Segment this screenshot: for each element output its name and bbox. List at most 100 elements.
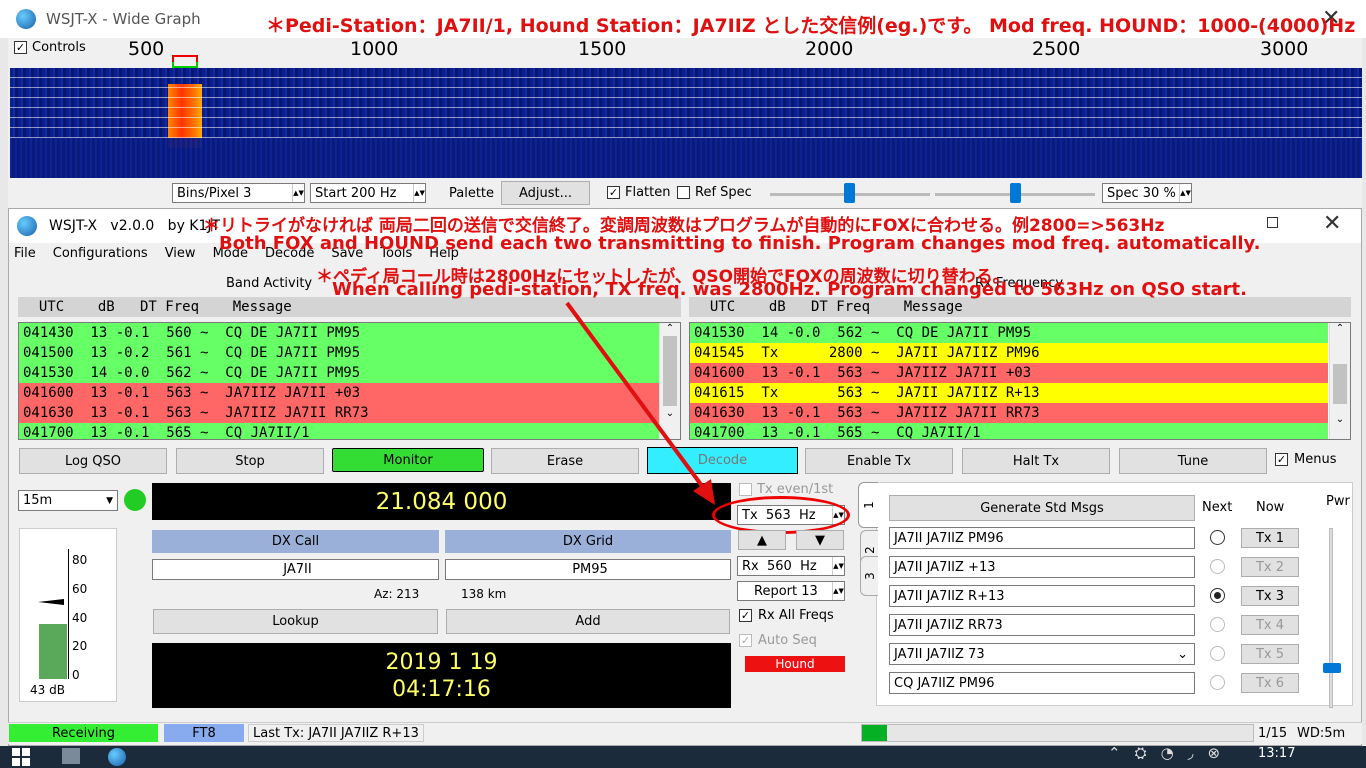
tx5-message-field[interactable]: JA7II JA7IIZ 73 ⌄ — [889, 643, 1195, 665]
slider-handle-2[interactable] — [1010, 183, 1021, 203]
auto-seq-checkbox[interactable]: ✓ Auto Seq — [739, 633, 817, 648]
progress-text: 1/15 — [1258, 726, 1288, 741]
tx4-next-radio[interactable] — [1210, 617, 1225, 632]
tune-button[interactable]: Tune — [1119, 448, 1267, 474]
tx-even-checkbox[interactable]: Tx even/1st — [739, 482, 833, 497]
tx-freq-highlight-ellipse — [712, 496, 850, 534]
freq-scale: 500 1000 1500 2000 2500 3000 — [10, 38, 1362, 68]
wsjt-logo-icon — [17, 216, 37, 236]
dx-grid-input[interactable]: PM95 — [445, 559, 731, 580]
tx3-message-field[interactable]: JA7II JA7IIZ R+13 — [889, 585, 1195, 607]
date-text: 2019 1 19 — [385, 649, 498, 675]
start-spinbox[interactable]: Start 200 Hz ▲▼ — [310, 183, 426, 203]
mode-status: FT8 — [164, 724, 244, 742]
scrollbar[interactable]: ⌃ ⌄ — [1329, 323, 1350, 439]
generate-std-msgs-button[interactable]: Generate Std Msgs — [889, 495, 1195, 521]
enable-tx-button[interactable]: Enable Tx — [805, 448, 953, 474]
tx2-now-button[interactable]: Tx 2 — [1241, 557, 1299, 577]
waterfall[interactable] — [10, 68, 1362, 178]
rx-row[interactable]: 041530 14 -0.0 562 ~ CQ DE JA7II PM95 — [690, 323, 1328, 343]
band-select[interactable]: 15m ▼ — [18, 490, 118, 511]
tx4-message-text: JA7II JA7IIZ RR73 — [894, 617, 1003, 633]
tr-progress-fill — [862, 725, 887, 741]
rx-freq-spinbox[interactable]: Rx 560 Hz ▲▼ — [737, 556, 845, 576]
freq-label-1000: 1000 — [350, 38, 399, 60]
next-label: Next — [1202, 500, 1233, 515]
now-label: Now — [1256, 500, 1285, 515]
scroll-down-icon[interactable]: ⌄ — [1330, 414, 1350, 425]
tx3-next-radio-selected[interactable] — [1210, 588, 1225, 603]
windows-start-icon[interactable] — [12, 748, 30, 766]
tx1-now-button[interactable]: Tx 1 — [1241, 528, 1299, 548]
tx4-message-field[interactable]: JA7II JA7IIZ RR73 — [889, 614, 1195, 636]
flatten-check-icon: ✓ — [607, 186, 620, 199]
taskbar-app-icon[interactable] — [62, 748, 80, 764]
tx1-message-field[interactable]: JA7II JA7IIZ PM96 — [889, 527, 1195, 549]
pwr-label: Pwr — [1326, 494, 1350, 509]
meter-db-value: 43 dB — [30, 683, 65, 697]
pwr-slider-track[interactable] — [1329, 528, 1333, 708]
spec-spinbox[interactable]: Spec 30 % ▲▼ — [1102, 183, 1192, 203]
hound-badge: Hound — [745, 656, 845, 672]
rx-row[interactable]: 041615 Tx 563 ~ JA7II JA7IIZ R+13 — [690, 383, 1328, 403]
log-qso-button[interactable]: Log QSO — [19, 448, 167, 474]
freq-label-500: 500 — [128, 38, 165, 60]
tx6-message-field[interactable]: CQ JA7IIZ PM96 — [889, 672, 1195, 694]
tx2-next-radio[interactable] — [1210, 559, 1225, 574]
stop-button[interactable]: Stop — [176, 448, 324, 474]
tx6-now-button[interactable]: Tx 6 — [1241, 673, 1299, 693]
rx-frequency-table[interactable]: 041530 14 -0.0 562 ~ CQ DE JA7II PM95 041… — [689, 322, 1351, 440]
tab-3[interactable]: 3 — [860, 556, 878, 596]
last-tx-status: Last Tx: JA7II JA7IIZ R+13 — [248, 724, 424, 742]
add-button[interactable]: Add — [446, 609, 730, 634]
spin-arrows-icon: ▲▼ — [832, 557, 844, 575]
rx-to-tx-button[interactable]: ▼ — [796, 530, 844, 550]
close-icon[interactable]: ✕ — [1323, 211, 1341, 236]
taskbar-wsjt-icon[interactable] — [108, 748, 126, 766]
meter-tick-80: 80 — [72, 553, 88, 567]
ref-spec-checkbox[interactable]: Ref Spec — [677, 185, 752, 200]
dx-call-input[interactable]: JA7II — [152, 559, 439, 580]
radio-dot-icon — [1214, 592, 1221, 599]
menu-configurations[interactable]: Configurations — [53, 246, 148, 261]
flatten-checkbox[interactable]: ✓ Flatten — [607, 185, 671, 200]
report-spinbox[interactable]: Report 13 ▲▼ — [737, 581, 845, 601]
pwr-slider-handle[interactable] — [1323, 663, 1341, 673]
menu-file[interactable]: File — [14, 246, 36, 261]
watchdog-text: WD:5m — [1297, 726, 1346, 741]
annotation-arrow — [565, 301, 715, 505]
menu-view[interactable]: View — [165, 246, 196, 261]
slider-handle-1[interactable] — [844, 183, 855, 203]
bins-pixel-spinbox[interactable]: Bins/Pixel 3 ▲▼ — [172, 183, 305, 203]
annotation-en1: Both FOX and HOUND send each two transmi… — [219, 233, 1261, 254]
tx-to-rx-button[interactable]: ▲ — [738, 530, 786, 550]
tx5-next-radio[interactable] — [1210, 646, 1225, 661]
tab-1[interactable]: 1 — [858, 482, 878, 528]
halt-tx-button[interactable]: Halt Tx — [962, 448, 1110, 474]
annotation-top: ＊Pedi-Station：JA7II/1, Hound Station：JA7… — [266, 15, 1356, 37]
spin-arrows-icon: ▲▼ — [1179, 184, 1191, 202]
tx1-next-radio[interactable] — [1210, 530, 1225, 545]
tx6-next-radio[interactable] — [1210, 675, 1225, 690]
menus-checkbox[interactable]: ✓ Menus — [1275, 452, 1336, 467]
rx-row[interactable]: 041600 13 -0.1 563 ~ JA7IIZ JA7II +03 — [690, 363, 1328, 383]
rx-row[interactable]: 041545 Tx 2800 ~ JA7II JA7IIZ PM96 — [690, 343, 1328, 363]
adjust-button[interactable]: Adjust... — [501, 181, 590, 205]
tx4-now-button[interactable]: Tx 4 — [1241, 615, 1299, 635]
palette-label: Palette — [449, 186, 495, 201]
rx-frequency-header: UTC dB DT Freq Message — [689, 297, 1351, 317]
tx5-now-button[interactable]: Tx 5 — [1241, 644, 1299, 664]
rx-all-freqs-checkbox[interactable]: ✓ Rx All Freqs — [739, 608, 834, 623]
tx3-now-button[interactable]: Tx 3 — [1241, 586, 1299, 606]
rx-row[interactable]: 041630 13 -0.1 563 ~ JA7IIZ JA7II RR73 — [690, 403, 1328, 423]
rx-row[interactable]: 041700 13 -0.1 565 ~ CQ JA7II/1 — [690, 423, 1328, 439]
scroll-thumb[interactable] — [1333, 364, 1347, 404]
tx2-message-field[interactable]: JA7II JA7IIZ +13 — [889, 556, 1195, 578]
maximize-icon[interactable] — [1267, 217, 1278, 228]
meter-tick-20: 20 — [72, 639, 88, 653]
rig-status-indicator — [124, 489, 146, 511]
lookup-button[interactable]: Lookup — [153, 609, 438, 634]
scroll-up-icon[interactable]: ⌃ — [1330, 323, 1350, 334]
monitor-button[interactable]: Monitor — [332, 448, 484, 472]
freq-label-2000: 2000 — [805, 38, 854, 60]
